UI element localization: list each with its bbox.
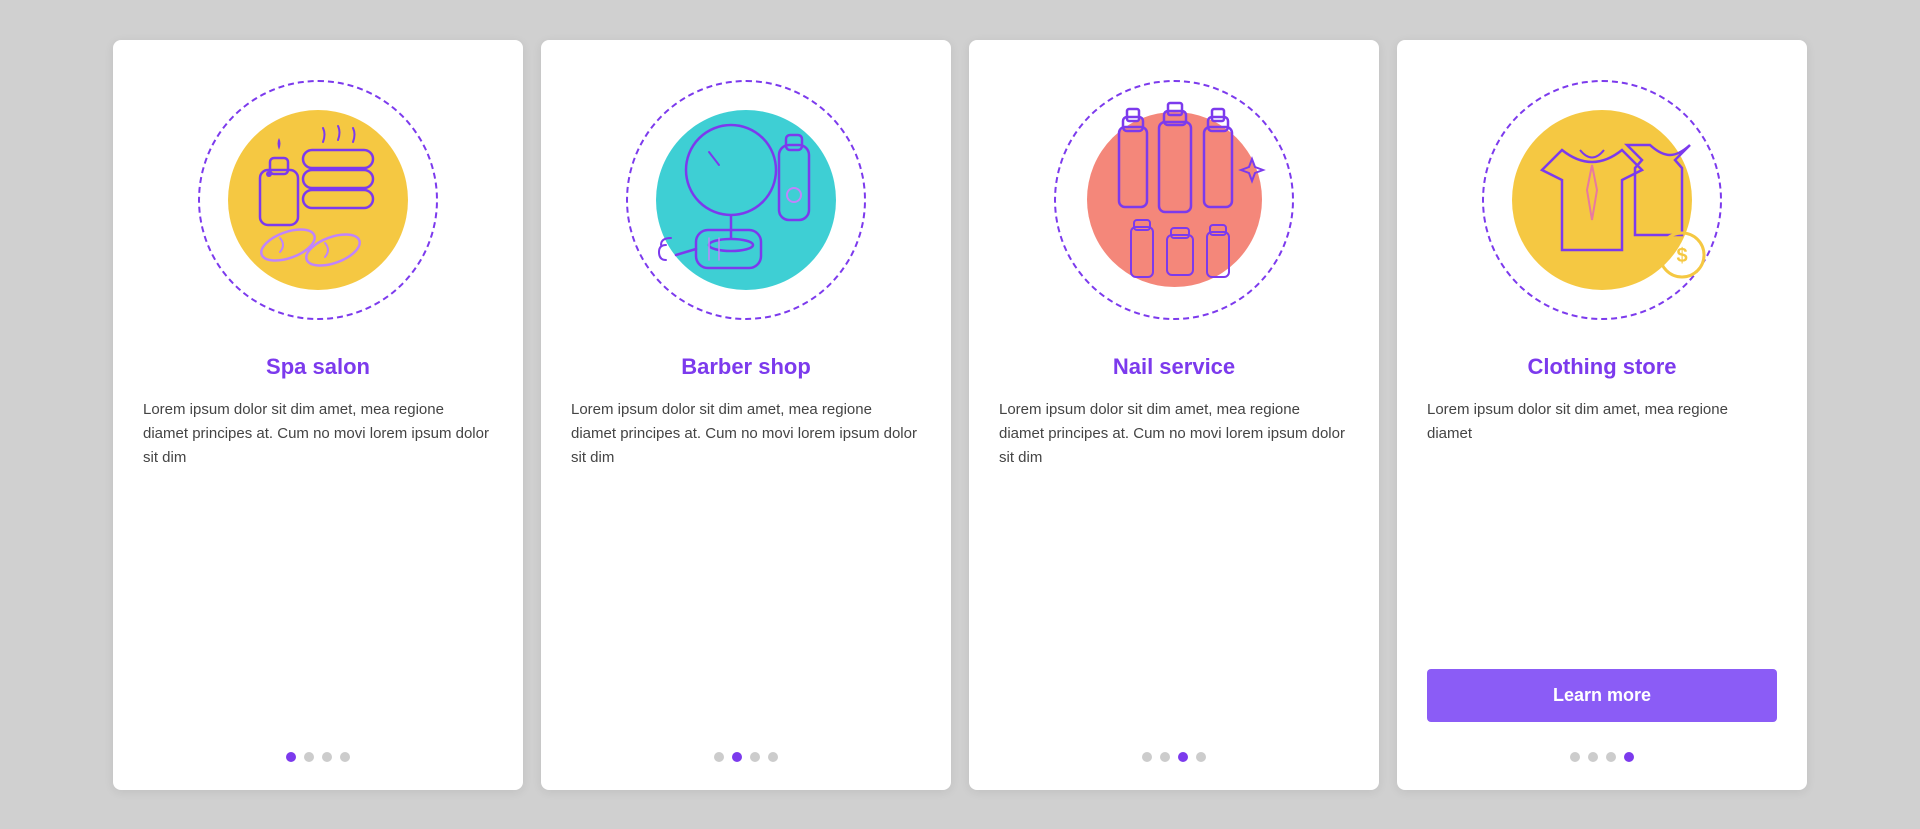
nail-service-card: Nail service Lorem ipsum dolor sit dim a… [969,40,1379,790]
dot-3 [1178,752,1188,762]
spa-salon-card: Spa salon Lorem ipsum dolor sit dim amet… [113,40,523,790]
cards-container: Spa salon Lorem ipsum dolor sit dim amet… [100,40,1820,790]
dot-3 [750,752,760,762]
dot-1 [1570,752,1580,762]
dot-1 [714,752,724,762]
clothing-store-title: Clothing store [1527,354,1676,380]
clothing-store-card: $ Clothing store Lorem ipsum dolor sit d… [1397,40,1807,790]
barber-shop-svg [631,90,861,310]
spa-salon-svg [208,90,428,310]
nail-service-dots [1142,752,1206,762]
barber-shop-title: Barber shop [681,354,811,380]
svg-text:$: $ [1676,245,1687,267]
spa-salon-icon-area [188,70,448,330]
dot-4 [340,752,350,762]
learn-more-button[interactable]: Learn more [1427,669,1777,722]
barber-shop-text: Lorem ipsum dolor sit dim amet, mea regi… [571,398,921,732]
dot-2 [1160,752,1170,762]
nail-service-title: Nail service [1113,354,1235,380]
dot-1 [286,752,296,762]
spa-salon-title: Spa salon [266,354,370,380]
dot-2 [1588,752,1598,762]
spa-salon-dots [286,752,350,762]
clothing-store-text: Lorem ipsum dolor sit dim amet, mea regi… [1427,398,1777,659]
dot-3 [322,752,332,762]
clothing-store-dots [1570,752,1634,762]
dot-3 [1606,752,1616,762]
nail-service-text: Lorem ipsum dolor sit dim amet, mea regi… [999,398,1349,732]
nail-service-icon-area [1044,70,1304,330]
dot-4 [1196,752,1206,762]
dot-1 [1142,752,1152,762]
dot-4 [768,752,778,762]
spa-salon-text: Lorem ipsum dolor sit dim amet, mea regi… [143,398,493,732]
dot-2 [304,752,314,762]
barber-shop-dots [714,752,778,762]
clothing-store-icon-area: $ [1472,70,1732,330]
barber-shop-card: Barber shop Lorem ipsum dolor sit dim am… [541,40,951,790]
clothing-store-svg: $ [1487,90,1717,310]
dot-4 [1624,752,1634,762]
nail-service-svg [1059,87,1289,312]
dot-2 [732,752,742,762]
barber-shop-icon-area [616,70,876,330]
